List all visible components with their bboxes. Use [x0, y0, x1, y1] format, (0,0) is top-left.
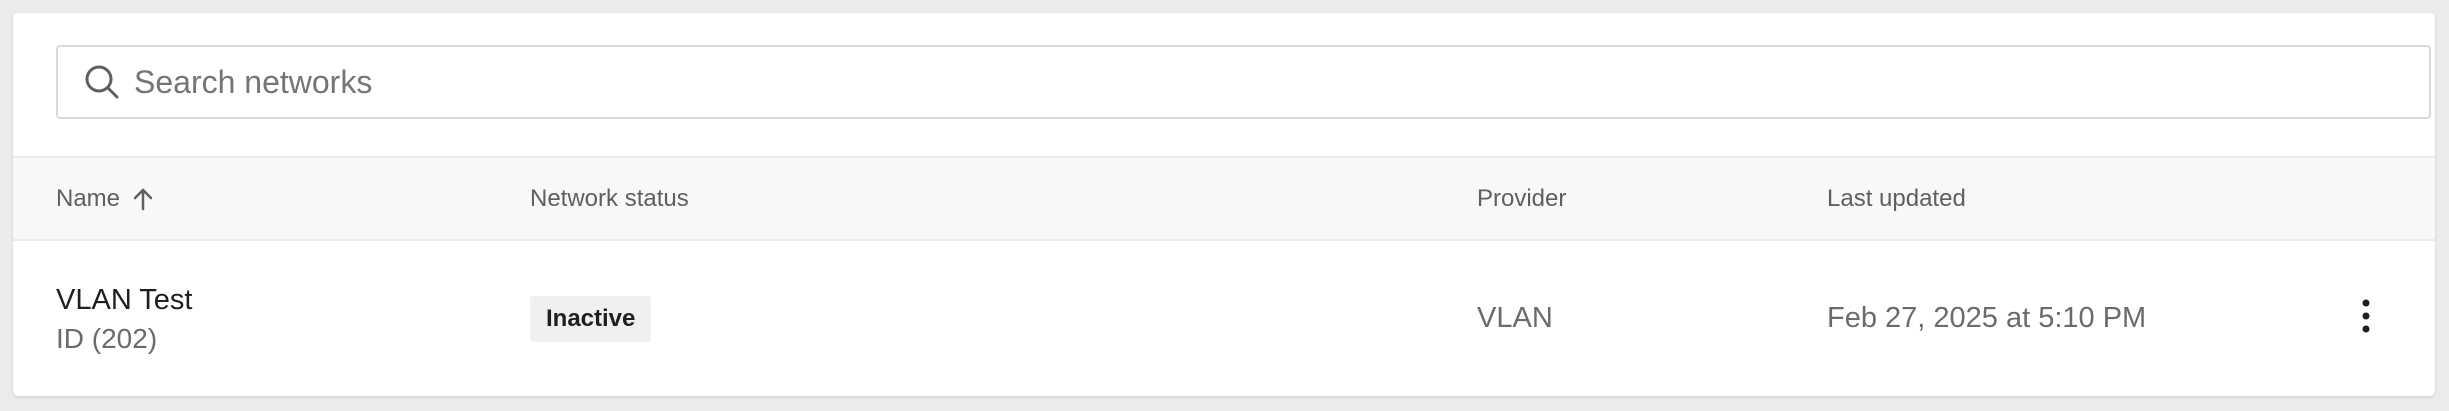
networks-card: Name Network status Provider Last update…	[13, 13, 2435, 396]
table-header: Name Network status Provider Last update…	[13, 156, 2435, 241]
column-header-name-label: Name	[56, 184, 121, 212]
provider-cell: VLAN	[1477, 302, 1553, 334]
table-row[interactable]: VLAN Test ID (202) Inactive VLAN Feb 27,…	[13, 241, 2435, 396]
search-input[interactable]	[134, 52, 2429, 112]
column-header-last-updated-label: Last updated	[1827, 184, 1966, 212]
column-header-provider[interactable]: Provider	[1477, 158, 1566, 239]
column-header-network-status[interactable]: Network status	[530, 158, 689, 239]
search-icon	[80, 60, 124, 104]
column-header-network-status-label: Network status	[530, 184, 689, 212]
arrow-up-icon[interactable]	[132, 187, 154, 211]
column-header-provider-label: Provider	[1477, 184, 1567, 212]
column-header-last-updated[interactable]: Last updated	[1827, 158, 1966, 239]
more-vertical-icon[interactable]	[2361, 298, 2371, 339]
row-actions-button[interactable]	[2341, 241, 2391, 396]
last-updated-cell: Feb 27, 2025 at 5:10 PM	[1827, 302, 2147, 334]
column-header-name[interactable]: Name	[56, 158, 154, 239]
network-id: ID (202)	[56, 322, 158, 354]
search-area	[13, 13, 2435, 156]
network-name[interactable]: VLAN Test	[56, 280, 192, 320]
network-status-cell: Inactive	[530, 241, 652, 396]
status-badge: Inactive	[530, 295, 652, 342]
search-box[interactable]	[56, 45, 2431, 119]
network-name-cell[interactable]: VLAN Test ID (202)	[56, 241, 192, 396]
